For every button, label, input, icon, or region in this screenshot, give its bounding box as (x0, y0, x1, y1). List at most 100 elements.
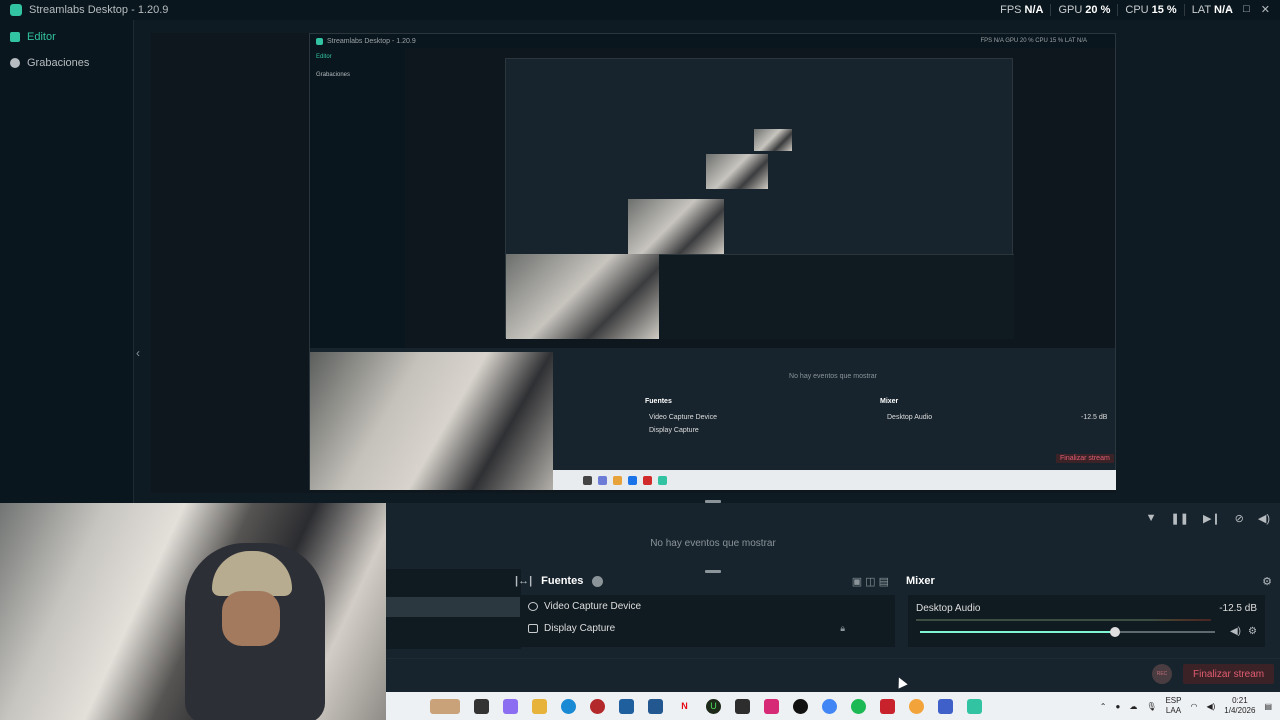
webcam-video-feed (0, 503, 386, 720)
sidebar-item-recordings[interactable]: Grabaciones (0, 50, 133, 76)
source-name: Display Capture (544, 622, 616, 634)
deeper-webcam-image-4 (754, 129, 792, 151)
nested-sidebar: Editor Grabaciones (310, 48, 405, 348)
file-explorer-icon[interactable] (532, 698, 547, 714)
nested-db: -12.5 dB (1081, 414, 1108, 421)
sidebar-item-editor[interactable]: Editor (0, 24, 133, 50)
nested-source-display: Display Capture (649, 427, 699, 434)
nested-no-events: No hay eventos que mostrar (789, 373, 877, 380)
wifi-icon[interactable]: ◠ (1190, 702, 1197, 711)
clock-date: 1/4/2026 (1224, 706, 1256, 715)
sidebar-item-label: Grabaciones (27, 57, 90, 69)
add-source-icon[interactable] (592, 575, 604, 587)
mixer-settings-icon[interactable]: ⚙ (1262, 575, 1272, 588)
nested-perf: FPS N/A GPU 20 % CPU 15 % LAT N/A (980, 38, 1087, 44)
source-item-display-capture[interactable]: Display Capture 🔒︎ (520, 617, 895, 639)
upwork-icon[interactable]: U (706, 698, 721, 714)
mixer-panel: Mixer ⚙ Desktop Audio -12.5 dB ◀) ⚙ (903, 569, 1280, 649)
source-layout-icon[interactable]: |↔| (515, 575, 532, 587)
app-icon[interactable] (938, 698, 953, 714)
window-title: Streamlabs Desktop - 1.20.9 (29, 4, 169, 16)
calculator-icon[interactable] (648, 698, 663, 714)
deeper-webcam-image-3 (706, 154, 768, 189)
tray-app-icon[interactable]: ● (1115, 702, 1120, 711)
collapse-sidebar-icon[interactable]: ‹ (136, 346, 140, 360)
task-view-icon[interactable] (474, 698, 489, 714)
nested-mixer-title: Mixer (880, 398, 899, 405)
skip-icon[interactable]: ▶❙ (1203, 512, 1221, 525)
onedrive-icon[interactable]: ☁ (1129, 702, 1137, 711)
maximize-button[interactable]: □ (1243, 3, 1250, 16)
nested-fuentes-title: Fuentes (645, 398, 672, 405)
instagram-icon[interactable] (764, 698, 779, 714)
netflix-icon[interactable]: N (677, 699, 692, 714)
webcam-icon (528, 601, 538, 611)
nested-taskbar-icon (643, 475, 652, 485)
deeper-panels (659, 254, 1014, 339)
resize-handle-top[interactable] (705, 500, 721, 503)
input-language[interactable]: ESP LAA (1165, 696, 1181, 716)
deeper-webcam-image (506, 254, 659, 339)
scenes-list (386, 569, 521, 649)
audio-channel-name: Desktop Audio (916, 603, 981, 614)
browser-icon[interactable] (909, 698, 924, 714)
editor-icon (10, 32, 20, 42)
nested-bottom-panels: No hay eventos que mostrar Fuentes Video… (553, 352, 1115, 469)
nested-sidebar-recordings: Grabaciones (316, 72, 351, 78)
acrobat-icon[interactable] (880, 698, 895, 714)
title-bar: Streamlabs Desktop - 1.20.9 FPS N/A GPU 20… (0, 0, 1280, 20)
copilot-icon[interactable] (503, 698, 518, 714)
notifications-icon[interactable]: ▤ (1264, 702, 1272, 711)
security-shield-icon[interactable] (619, 698, 634, 714)
minimize-button[interactable]: – (1226, 3, 1232, 16)
monitor-icon (528, 623, 538, 633)
nested-taskbar (553, 470, 1116, 490)
language-layout: LAA (1165, 706, 1182, 715)
opera-gx-icon[interactable] (590, 698, 605, 714)
source-actions-icons[interactable]: ▣ ◫ ▤ (852, 575, 889, 588)
sources-list: Video Capture Device Display Capture 🔒︎ (520, 595, 895, 647)
nested-preview (405, 48, 1115, 348)
spotify-icon[interactable] (851, 698, 866, 714)
pause-icon[interactable]: ❚❚ (1171, 512, 1189, 525)
sidebar-item-label: Editor (27, 31, 56, 43)
volume-icon[interactable]: ◀) (1258, 512, 1270, 525)
source-name: Video Capture Device (544, 600, 642, 612)
speaker-tray-icon[interactable]: ◀) (1206, 702, 1215, 711)
volume-slider[interactable] (920, 627, 1215, 637)
mute-notifications-icon[interactable]: ⊘ (1235, 512, 1244, 525)
language-code: ESP (1165, 696, 1182, 705)
end-stream-button[interactable]: Finalizar stream (1183, 664, 1275, 684)
notes-icon[interactable] (735, 698, 750, 714)
channel-settings-icon[interactable]: ⚙ (1248, 626, 1257, 637)
tray-chevron-icon[interactable]: ⌃ (1100, 702, 1107, 711)
audio-meter (916, 619, 1211, 621)
cpu-stat: CPU 15 % (1117, 4, 1183, 16)
mixer-title: Mixer (906, 575, 935, 587)
microphone-icon[interactable]: 🎙︎ (1146, 702, 1156, 711)
widget-icon[interactable] (430, 698, 460, 714)
speaker-icon[interactable]: ◀) (1230, 626, 1241, 637)
source-item-video-capture[interactable]: Video Capture Device (520, 595, 895, 617)
tiktok-icon[interactable] (793, 698, 808, 714)
sources-header: |↔| Fuentes ▣ ◫ ▤ (515, 569, 895, 593)
volume-slider-knob[interactable] (1109, 627, 1120, 637)
close-button[interactable]: ✕ (1261, 3, 1270, 16)
deeper-webcam-image-2 (628, 199, 724, 254)
nested-source-video: Video Capture Device (649, 414, 717, 421)
filter-icon[interactable]: ▼ (1146, 512, 1157, 524)
webcam-face (222, 591, 280, 646)
nested-window-title: Streamlabs Desktop - 1.20.9 (327, 37, 416, 45)
record-button[interactable]: REC (1152, 664, 1172, 684)
streamlabs-taskbar-icon[interactable] (967, 698, 982, 714)
gpu-stat: GPU 20 % (1050, 4, 1117, 16)
lock-icon[interactable]: 🔒︎ (840, 623, 845, 634)
scene-item-selected[interactable] (386, 597, 521, 617)
clock[interactable]: 0:21 1/4/2026 (1224, 696, 1255, 716)
os-taskbar: N U ⌃ ● ☁ 🎙︎ ESP LAA ◠ ◀) 0:21 1/4/2026 … (386, 692, 1280, 720)
chrome-icon[interactable] (822, 698, 837, 714)
nested-stream-button: Finalizar stream (1056, 454, 1114, 463)
performance-stats: FPS N/A GPU 20 % CPU 15 % LAT N/A (993, 4, 1240, 16)
system-tray: ⌃ ● ☁ 🎙︎ ESP LAA ◠ ◀) 0:21 1/4/2026 ▤ (1100, 692, 1272, 720)
edge-icon[interactable] (561, 698, 576, 714)
